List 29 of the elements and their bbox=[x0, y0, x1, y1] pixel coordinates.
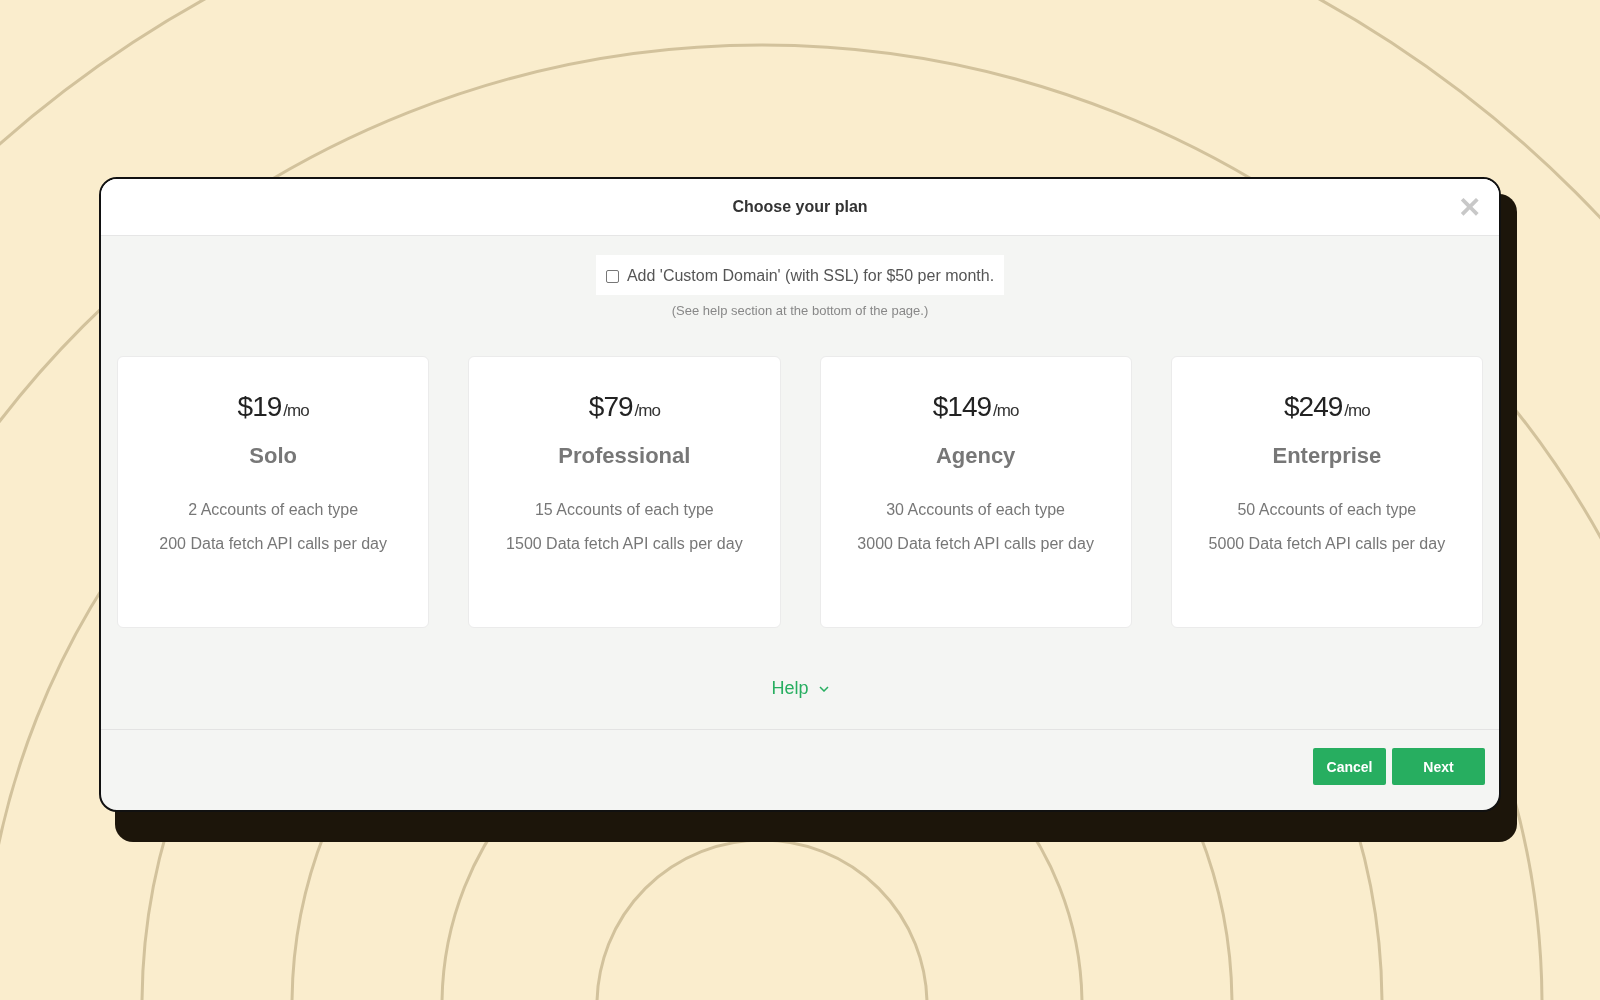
plan-feature: 1500 Data fetch API calls per day bbox=[506, 534, 743, 554]
plan-feature: 3000 Data fetch API calls per day bbox=[857, 534, 1094, 554]
price-period: /mo bbox=[993, 401, 1019, 421]
plan-feature: 5000 Data fetch API calls per day bbox=[1208, 534, 1446, 554]
plan-price: $19 bbox=[237, 391, 282, 423]
plan-feature: 2 Accounts of each type bbox=[188, 500, 359, 520]
plan-name: Professional bbox=[558, 443, 691, 469]
plan-feature: 15 Accounts of each type bbox=[534, 500, 714, 520]
plan-feature: 50 Accounts of each type bbox=[1237, 500, 1417, 520]
price-period: /mo bbox=[1344, 401, 1370, 421]
custom-domain-option[interactable]: Add 'Custom Domain' (with SSL) for $50 per month. bbox=[595, 255, 1005, 295]
price-period: /mo bbox=[283, 401, 309, 421]
plan-feature: 30 Accounts of each type bbox=[886, 500, 1065, 520]
plan-card[interactable]: $19/mo Solo 2 Accounts of each type 200 Data fetch API calls per day bbox=[117, 356, 430, 628]
plan-price: $149 bbox=[932, 391, 992, 423]
plan-name: Agency bbox=[935, 443, 1016, 469]
price-period: /mo bbox=[634, 401, 660, 421]
plan-card[interactable]: $149/mo Agency 30 Accounts of each type 3000 Data fetch API calls per day bbox=[819, 356, 1132, 628]
plan-name: Solo bbox=[249, 443, 297, 469]
help-note: (See help section at the bottom of the page.) bbox=[671, 303, 929, 318]
plan-card[interactable]: $79/mo Professional 15 Accounts of each type 1500 Data fetch API calls per day bbox=[468, 356, 781, 628]
plan-price: $79 bbox=[588, 391, 633, 423]
checkbox[interactable] bbox=[605, 269, 619, 283]
plan-feature: 200 Data fetch API calls per day bbox=[159, 534, 387, 554]
plan-name: Enterprise bbox=[1272, 443, 1382, 469]
dialog-title: Choose your plan bbox=[732, 198, 868, 216]
plan-price: $249 bbox=[1284, 391, 1343, 423]
chevron-icon bbox=[818, 685, 829, 692]
plan-card[interactable]: $249/mo Enterprise 50 Accounts of each type 5000 Data fetch API calls per day bbox=[1170, 356, 1483, 628]
